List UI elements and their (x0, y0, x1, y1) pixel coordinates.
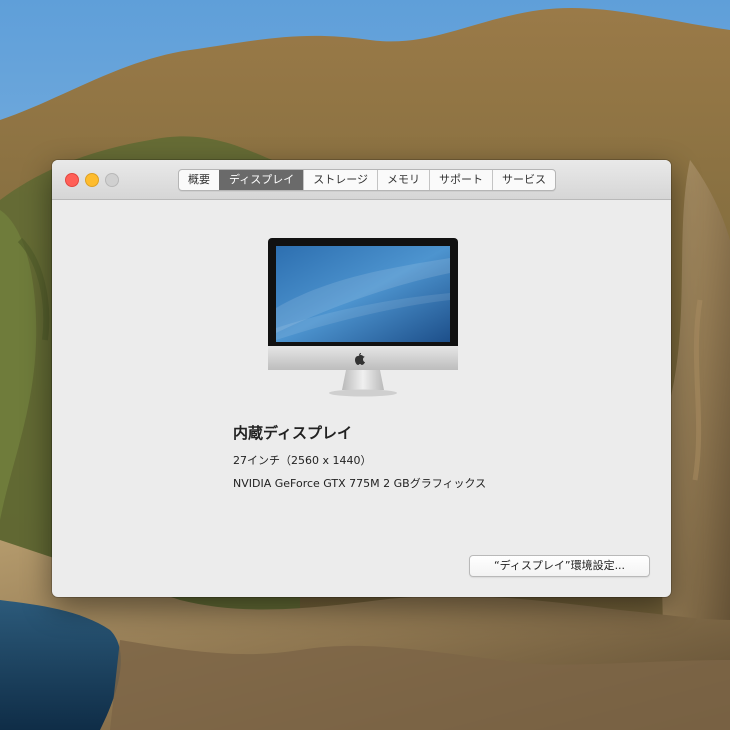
tab-storage[interactable]: ストレージ (303, 170, 377, 190)
display-name: 内蔵ディスプレイ (233, 424, 352, 442)
display-size-resolution: 27インチ（2560 x 1440） (233, 454, 372, 467)
tab-service[interactable]: サービス (492, 170, 555, 190)
display-preferences-button[interactable]: “ディスプレイ”環境設定... (469, 555, 650, 577)
tab-support[interactable]: サポート (429, 170, 492, 190)
segmented-tab-control: 概要 ディスプレイ ストレージ メモリ サポート サービス (178, 169, 557, 191)
imac-display-icon (268, 238, 458, 402)
close-button-icon[interactable] (65, 173, 79, 187)
tab-memory[interactable]: メモリ (377, 170, 429, 190)
about-this-mac-window[interactable]: 概要 ディスプレイ ストレージ メモリ サポート サービス 内蔵ディスプレイ 2… (52, 160, 671, 597)
minimize-button-icon[interactable] (85, 173, 99, 187)
window-titlebar[interactable]: 概要 ディスプレイ ストレージ メモリ サポート サービス (52, 160, 671, 200)
tab-overview[interactable]: 概要 (179, 170, 219, 190)
graphics-info: NVIDIA GeForce GTX 775M 2 GBグラフィックス (233, 477, 487, 490)
tab-displays[interactable]: ディスプレイ (219, 170, 304, 190)
display-info: 内蔵ディスプレイ (233, 422, 352, 443)
zoom-button-icon[interactable] (105, 173, 119, 187)
